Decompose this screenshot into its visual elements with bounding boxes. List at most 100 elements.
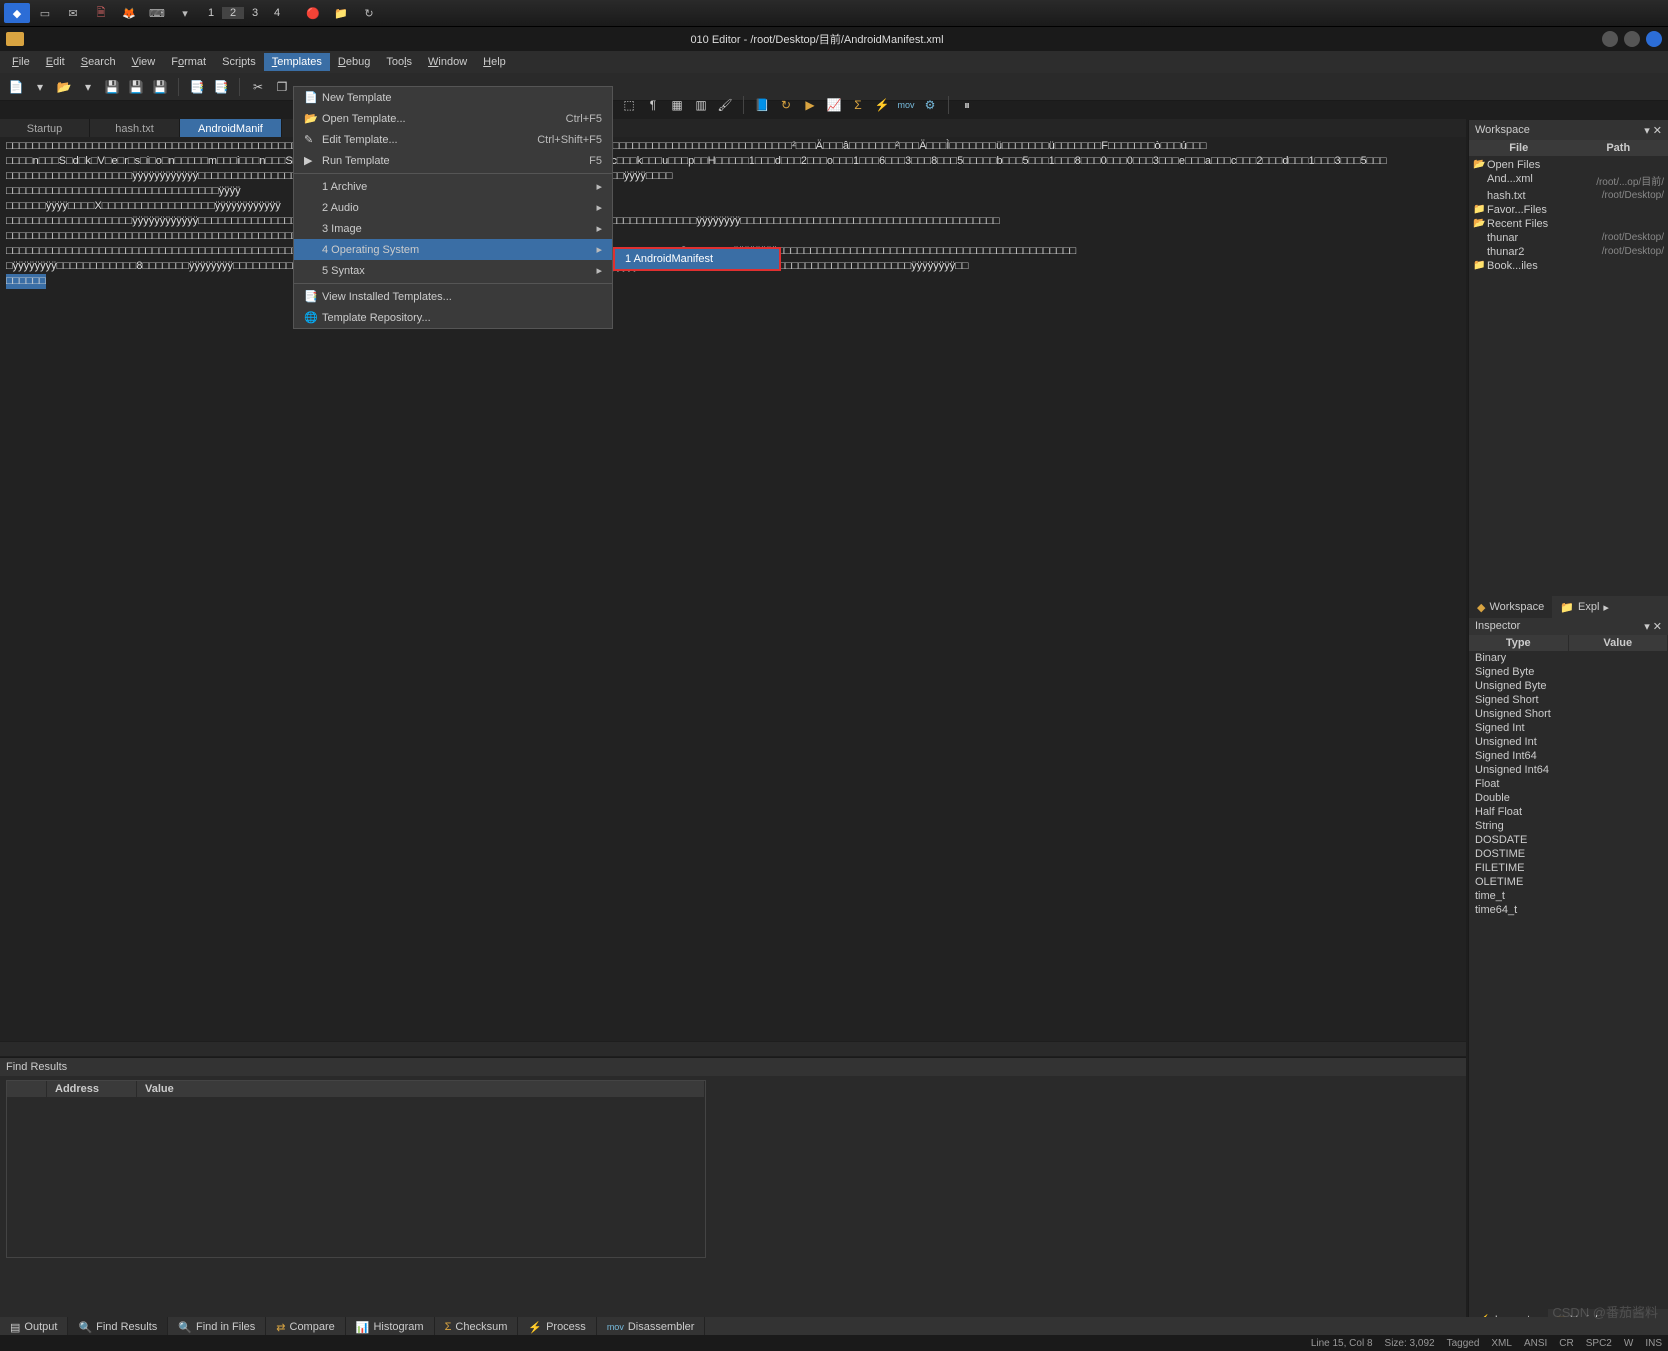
cut-icon[interactable]: ✂ (248, 77, 268, 97)
horizontal-scrollbar[interactable] (0, 1042, 1466, 1056)
save-as-icon[interactable]: 💾 (126, 77, 146, 97)
chevron-down-icon[interactable]: ▾ (172, 3, 198, 23)
terminal-icon[interactable]: ⌨ (144, 3, 170, 23)
inspector-row[interactable]: Float (1469, 777, 1668, 791)
inspector-row[interactable]: Binary (1469, 651, 1668, 665)
dropdown-icon[interactable]: ▾ (30, 77, 50, 97)
menu-template-repo[interactable]: 🌐Template Repository... (294, 307, 612, 328)
submenu-android-manifest[interactable]: 1 AndroidManifest (615, 249, 779, 269)
tab-workspace[interactable]: ◆Workspace (1469, 596, 1552, 618)
inspector-row[interactable]: Unsigned Short (1469, 707, 1668, 721)
apps-menu-icon[interactable]: ◆ (4, 3, 30, 23)
panel-controls[interactable]: ▾ ✕ (1644, 124, 1662, 137)
find-col-address[interactable]: Address (47, 1081, 137, 1097)
workspace-3[interactable]: 3 (244, 7, 266, 19)
inspector-row[interactable]: Signed Short (1469, 693, 1668, 707)
col-file[interactable]: File (1469, 140, 1569, 156)
workspace-1[interactable]: 1 (200, 7, 222, 19)
btab-checksum[interactable]: ΣChecksum (435, 1317, 519, 1337)
menu-debug[interactable]: Debug (330, 53, 378, 71)
menu-archive[interactable]: 1 Archive▸ (294, 176, 612, 197)
btab-find-in-files[interactable]: 🔍Find in Files (168, 1317, 266, 1337)
menu-format[interactable]: Format (163, 53, 214, 71)
btab-disassembler[interactable]: movDisassembler (597, 1317, 706, 1337)
grid-icon[interactable]: ▦ (667, 95, 687, 115)
tab-explorer[interactable]: 📁Expl▸ (1552, 596, 1617, 618)
menu-operating-system[interactable]: 4 Operating System▸ (294, 239, 612, 260)
panel-controls[interactable]: ▾ ✕ (1644, 620, 1662, 633)
new-file-icon[interactable]: 📄 (6, 77, 26, 97)
inspector-row[interactable]: Signed Byte (1469, 665, 1668, 679)
menu-new-template[interactable]: 📄New Template (294, 87, 612, 108)
tree-item[interactable]: thunar/root/Desktop/ (1469, 231, 1668, 245)
find-col-value[interactable]: Value (137, 1081, 705, 1097)
tree-bookmarks[interactable]: 📁Book...iles (1469, 259, 1668, 273)
inspector-row[interactable]: Unsigned Int64 (1469, 763, 1668, 777)
menu-view-installed[interactable]: 📑View Installed Templates... (294, 286, 612, 307)
book-icon[interactable]: 📘 (752, 95, 772, 115)
window-icon[interactable]: ▭ (32, 3, 58, 23)
flash-icon[interactable]: ⚡ (872, 95, 892, 115)
btab-histogram[interactable]: 📊Histogram (346, 1317, 435, 1337)
menu-file[interactable]: File (4, 53, 38, 71)
workspace-4[interactable]: 4 (266, 7, 288, 19)
btab-find-results[interactable]: 🔍Find Results (68, 1317, 168, 1337)
tree-item[interactable]: thunar2/root/Desktop/ (1469, 245, 1668, 259)
play-icon[interactable]: ▶ (800, 95, 820, 115)
inspector-row[interactable]: Signed Int64 (1469, 749, 1668, 763)
chart-icon[interactable]: 📈 (824, 95, 844, 115)
col-value[interactable]: Value (1569, 635, 1668, 651)
files-icon[interactable]: 📑 (187, 77, 207, 97)
save-all-icon[interactable]: 💾 (150, 77, 170, 97)
tree-item[interactable]: hash.txt/root/Desktop/ (1469, 189, 1668, 203)
menu-open-template[interactable]: 📂Open Template...Ctrl+F5 (294, 108, 612, 129)
mov-text[interactable]: mov (896, 95, 916, 115)
inspector-row[interactable]: DOSDATE (1469, 833, 1668, 847)
tree-open-files[interactable]: 📂Open Files (1469, 158, 1668, 172)
columns-icon[interactable]: ▥ (691, 95, 711, 115)
col-path[interactable]: Path (1569, 140, 1668, 156)
files2-icon[interactable]: 📑 (211, 77, 231, 97)
inspector-row[interactable]: Double (1469, 791, 1668, 805)
copy-icon[interactable]: ❐ (272, 77, 292, 97)
tree-item[interactable]: And...xml/root/...op/目前/ (1469, 172, 1668, 189)
menu-edit-template[interactable]: ✎Edit Template...Ctrl+Shift+F5 (294, 129, 612, 150)
tree-favorites[interactable]: 📁Favor...Files (1469, 203, 1668, 217)
inspector-row[interactable]: Signed Int (1469, 721, 1668, 735)
app-icon[interactable]: 🔴 (300, 3, 326, 23)
menu-edit[interactable]: Edit (38, 53, 73, 71)
btab-compare[interactable]: ⇄Compare (266, 1317, 345, 1337)
sum-icon[interactable]: Σ (848, 95, 868, 115)
inspector-row[interactable]: OLETIME (1469, 875, 1668, 889)
menu-image[interactable]: 3 Image▸ (294, 218, 612, 239)
folder-icon[interactable]: 📁 (328, 3, 354, 23)
hex-icon[interactable]: ⬚ (619, 95, 639, 115)
menu-run-template[interactable]: ▶Run TemplateF5 (294, 150, 612, 171)
inspector-row[interactable]: Unsigned Byte (1469, 679, 1668, 693)
inspector-row[interactable]: time_t (1469, 889, 1668, 903)
menu-help[interactable]: Help (475, 53, 514, 71)
inspector-row[interactable]: Unsigned Int (1469, 735, 1668, 749)
editor-content[interactable]: □□□□□□□□□□□□□□□□□□□□□□□□□□□□□□□□□□□□□□□□… (0, 137, 1466, 1041)
reload-icon[interactable]: ↻ (356, 3, 382, 23)
mail-icon[interactable]: ✉ (60, 3, 86, 23)
open-folder-icon[interactable]: 📂 (54, 77, 74, 97)
menu-tools[interactable]: Tools (378, 53, 420, 71)
maximize-button[interactable] (1624, 31, 1640, 47)
menu-templates[interactable]: Templates (264, 53, 330, 71)
inspector-row[interactable]: FILETIME (1469, 861, 1668, 875)
minimize-button[interactable] (1602, 31, 1618, 47)
workspace-2[interactable]: 2 (222, 7, 244, 19)
redo-icon[interactable]: ↻ (776, 95, 796, 115)
close-button[interactable] (1646, 31, 1662, 47)
btab-process[interactable]: ⚡Process (518, 1317, 596, 1337)
menu-window[interactable]: Window (420, 53, 475, 71)
pause-icon[interactable]: ⏸ (957, 95, 977, 115)
menu-syntax[interactable]: 5 Syntax▸ (294, 260, 612, 281)
note-icon[interactable]: 🗎 (88, 3, 114, 23)
menu-audio[interactable]: 2 Audio▸ (294, 197, 612, 218)
brush-icon[interactable]: 🖌 (715, 95, 735, 115)
find-col-empty[interactable] (7, 1081, 47, 1097)
firefox-icon[interactable]: 🦊 (116, 3, 142, 23)
menu-view[interactable]: View (124, 53, 164, 71)
